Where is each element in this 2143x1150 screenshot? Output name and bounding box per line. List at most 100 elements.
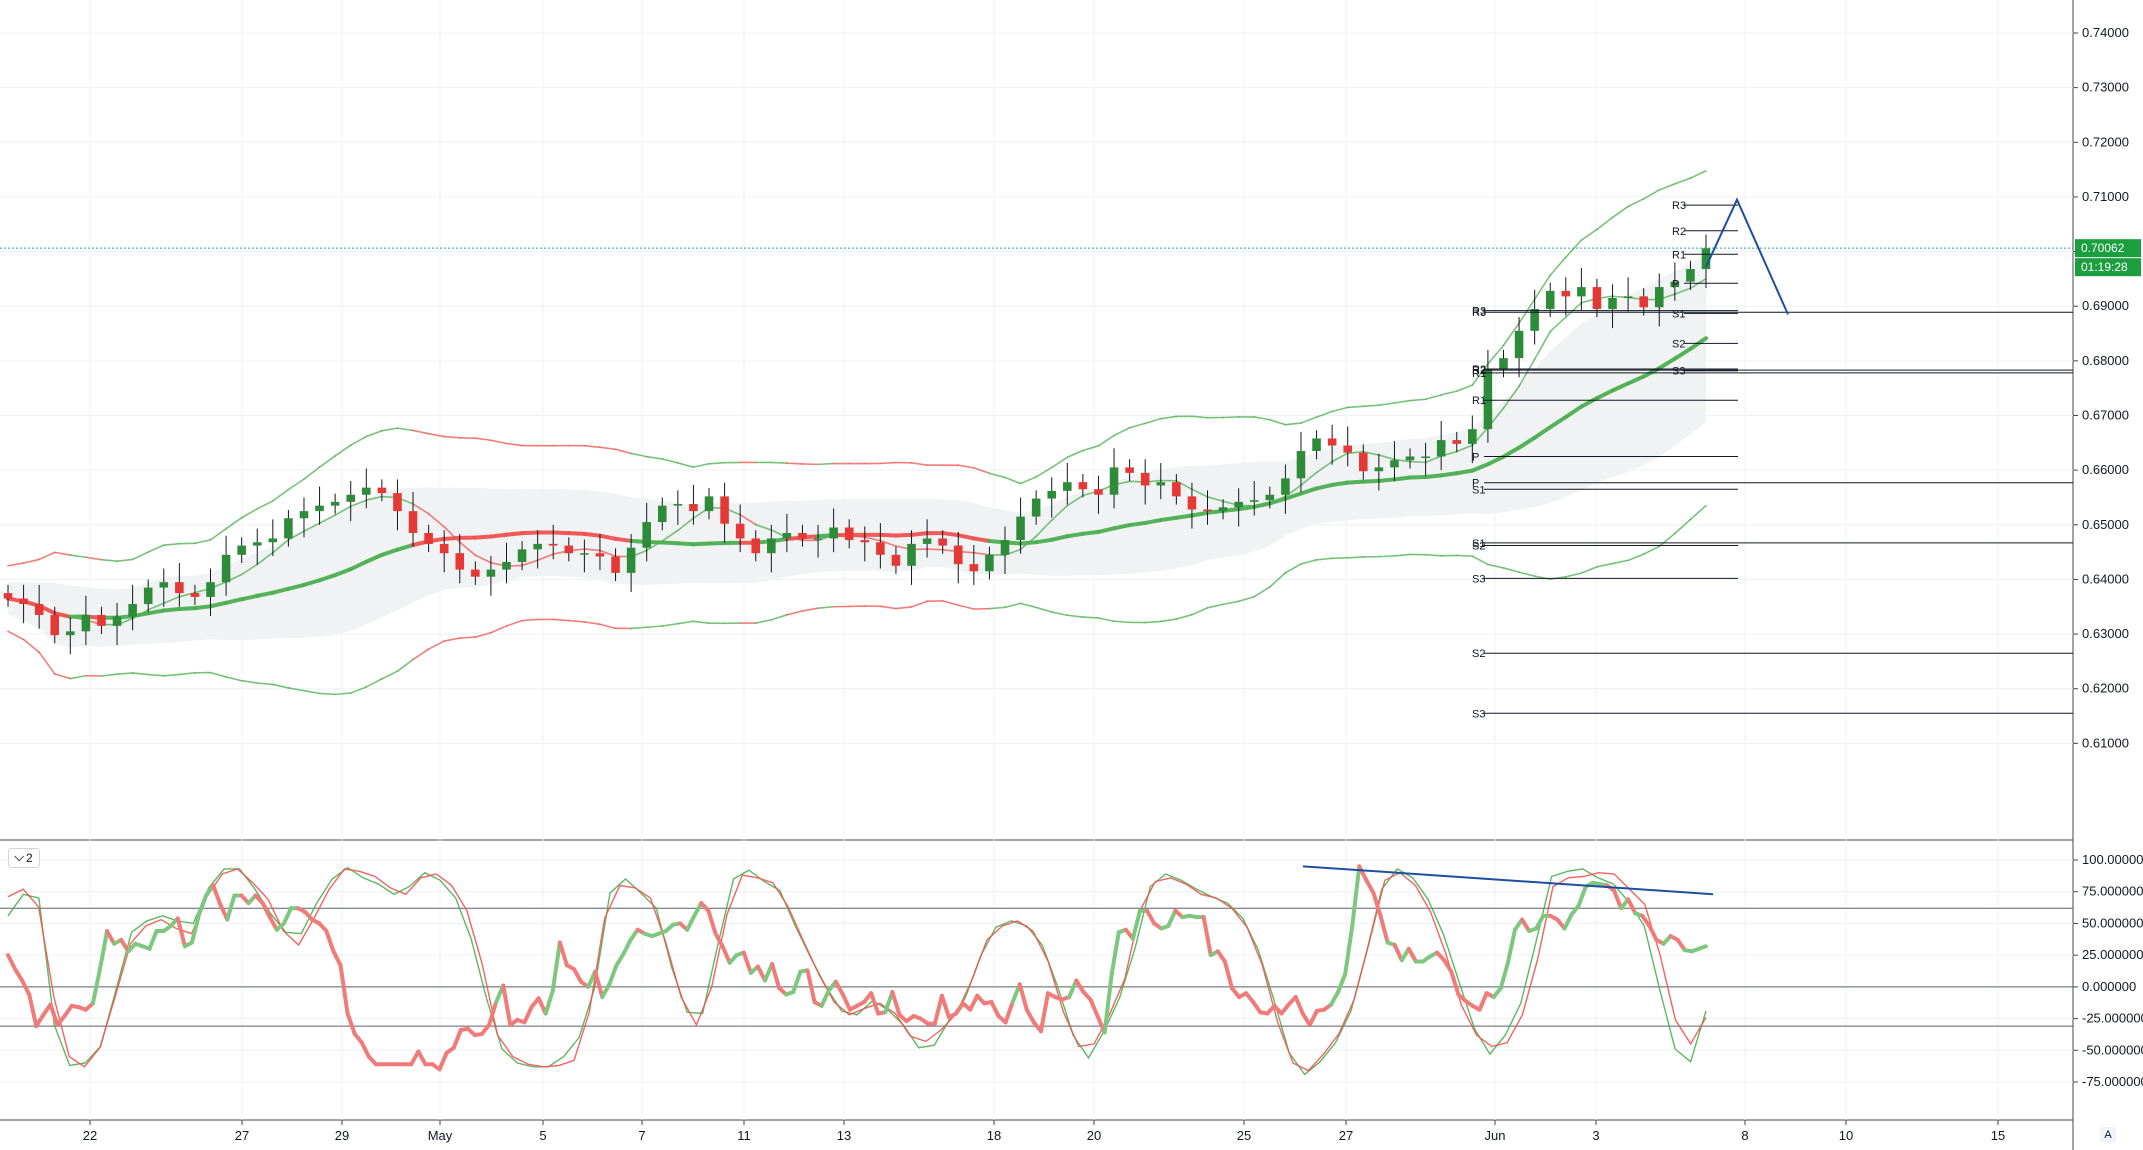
basis-line (1018, 540, 1039, 546)
basis-line (893, 532, 914, 538)
candle-body (1577, 287, 1586, 297)
oscillator-main-segment (197, 893, 209, 917)
upper-band-2 (770, 461, 788, 464)
x-tick-label: 20 (1087, 1128, 1101, 1143)
lower-band-2 (988, 606, 1006, 610)
oscillator-main-segment (1017, 982, 1029, 1012)
y-tick-label: 0.69000 (2082, 298, 2129, 313)
oscillator-main-segment (1003, 1000, 1015, 1025)
upper-band-2 (786, 462, 804, 465)
upper-band-2 (131, 551, 150, 561)
oscillator-main-segment (572, 967, 584, 984)
basis-line (161, 607, 182, 613)
lower-band-2 (1222, 600, 1240, 606)
oscillator-main-segment (27, 992, 39, 1029)
upper-band-2 (1300, 416, 1318, 424)
lower-band-2 (786, 610, 804, 616)
oscillator-main-segment (1307, 1008, 1319, 1027)
x-tick-label: 27 (235, 1128, 249, 1143)
upper-band-2 (381, 427, 399, 432)
candle-body (829, 527, 838, 539)
candle-body (626, 547, 636, 573)
lower-band-2 (754, 619, 773, 624)
price-pane: R3R2R1PS1S2S3R3R2R1PS1S2S3R3R2R1PS1S2S3 (0, 170, 2073, 720)
candle-body (860, 540, 870, 543)
upper-band-2 (1378, 402, 1396, 406)
upper-band-2 (1611, 205, 1629, 219)
lower-band-2 (240, 679, 259, 684)
candle-body (1047, 490, 1057, 499)
oscillator-main-segment (741, 950, 753, 975)
basis-line (1143, 518, 1163, 525)
oscillator-pane (0, 864, 2073, 1076)
candle-body (689, 504, 698, 512)
oscillator-main-segment (706, 908, 718, 936)
candle-body (1359, 452, 1368, 472)
lower-band-2 (1393, 553, 1411, 557)
x-tick-label: Jun (1485, 1128, 1506, 1143)
lower-band-2 (1424, 553, 1442, 557)
basis-line (691, 541, 712, 547)
basis-line (504, 531, 525, 537)
lower-band-2 (1658, 532, 1676, 548)
upper-band-2 (194, 539, 212, 545)
candle-body (1686, 269, 1695, 282)
candle-body (642, 522, 651, 548)
oscillator-main-segment (1109, 930, 1121, 977)
lower-band-2 (256, 682, 274, 686)
basis-line (566, 531, 587, 536)
lower-band-2 (100, 673, 118, 677)
x-tick-label: May (428, 1128, 453, 1143)
oscillator-main-segment (550, 940, 562, 993)
basis-line (1065, 531, 1085, 539)
candle-body (439, 543, 449, 554)
oscillator-main-segment (621, 937, 633, 956)
upper-band-2 (1128, 422, 1146, 429)
oscillator-main-segment (833, 979, 845, 997)
oscillator-main-segment (1329, 989, 1341, 1007)
lower-band-2 (1159, 618, 1178, 623)
y-tick-label: 0.61000 (2082, 735, 2129, 750)
candle-body (891, 554, 901, 566)
candle-body (486, 569, 496, 577)
oscillator-main-segment (770, 962, 782, 991)
oscillator-main-segment (211, 883, 223, 907)
upper-band-2 (1315, 410, 1333, 418)
upper-band-2 (1393, 399, 1411, 404)
lower-band-2 (1611, 559, 1629, 565)
lower-band-2 (1627, 553, 1645, 562)
basis-line (146, 608, 166, 616)
oscillator-main-segment (359, 1040, 371, 1059)
oscillator-main-segment (97, 929, 110, 972)
lower-band-2 (1144, 620, 1162, 624)
auto-scale-button[interactable]: A (2100, 1127, 2116, 1143)
lower-band-2 (645, 625, 664, 629)
lower-band-2 (381, 670, 399, 680)
oscillator-main-segment (1498, 960, 1510, 991)
oscillator-main-segment (805, 968, 817, 1005)
pivot-label-s3: S3 (1472, 708, 1485, 720)
lower-band-2 (225, 676, 243, 682)
candle-body (1016, 516, 1025, 541)
lower-band-2 (1206, 603, 1224, 609)
candle-body (580, 553, 589, 555)
pivot-label-s1: S1 (1672, 308, 1685, 320)
candle-body (548, 543, 558, 546)
basis-line (660, 540, 680, 546)
upper-band-2 (677, 462, 695, 468)
basis-line (1454, 468, 1475, 476)
pane-collapse-button[interactable]: 2 (8, 848, 40, 868)
upper-band-2 (490, 439, 508, 445)
y-tick-label: 0.63000 (2082, 626, 2129, 641)
lower-band-2 (7, 630, 25, 641)
candle-body (19, 598, 28, 605)
osc-y-tick-label: -75.000000 (2082, 1074, 2143, 1089)
candle-body (751, 538, 761, 554)
basis-line (442, 535, 462, 541)
upper-band-2 (7, 562, 25, 567)
basis-line (909, 531, 930, 537)
candle-body (844, 527, 854, 541)
oscillator-main-segment (105, 929, 117, 946)
lower-band-2 (630, 626, 648, 630)
upper-band-2 (1549, 256, 1567, 277)
